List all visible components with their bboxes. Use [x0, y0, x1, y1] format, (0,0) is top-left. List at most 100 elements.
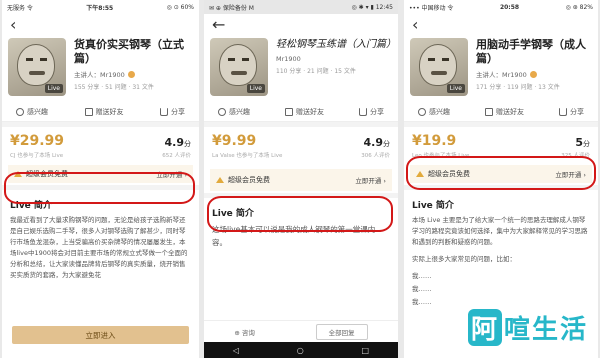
- gift-button[interactable]: 赠送好友: [285, 107, 324, 117]
- vip-open-link[interactable]: 立即开通 ›: [555, 169, 586, 179]
- gift-button[interactable]: 赠送好友: [84, 107, 124, 117]
- home-circle-icon[interactable]: ○: [297, 346, 304, 355]
- cartoon-face-icon: [219, 44, 257, 86]
- watermark-logo: 阿 喧生活: [467, 309, 588, 346]
- interested-label: 感兴趣: [229, 107, 250, 116]
- course-title: 用脑动手学钢琴（成人篇）: [476, 38, 586, 65]
- course-info: 轻松钢琴玉练谱（入门篇） Mr1900 110 分享 · 21 问题 · 15 …: [268, 38, 396, 102]
- back-arrow-icon[interactable]: ‹: [412, 17, 418, 33]
- gift-label: 赠送好友: [95, 107, 124, 116]
- speaker-name: 主讲人：Mr1900: [74, 71, 125, 79]
- course-cover-image: Live: [410, 38, 468, 96]
- user-icon: [418, 107, 426, 116]
- gift-icon: [84, 107, 93, 116]
- intro-heading: Live 简介: [412, 201, 454, 211]
- course-header: Live 货真价实买钢琴（立式篇） 主讲人：Mr1900 155 分享 · 51…: [2, 36, 199, 102]
- intro-paragraph: 我最近看到了大量求购钢琴的问题，无论是给孩子选购新琴还是自己娱乐选购二手琴，很多…: [10, 216, 188, 279]
- enter-button[interactable]: 立即进入: [12, 326, 189, 344]
- review-count: 325 人评价: [561, 153, 590, 159]
- course-info: 货真价实买钢琴（立式篇） 主讲人：Mr1900 155 分享 · 51 问题 ·…: [66, 38, 193, 102]
- speaker-line[interactable]: 主讲人：Mr1900: [476, 69, 592, 79]
- intro-heading: Live 简介: [212, 209, 254, 219]
- interested-label: 感兴趣: [429, 107, 450, 116]
- rating-value: 4.9: [164, 136, 185, 149]
- interested-button[interactable]: 感兴趣: [218, 107, 250, 117]
- vip-left: 超级会员免费: [416, 169, 470, 179]
- bottom-action-bar: ⊕ 咨询 全部回复: [204, 320, 398, 342]
- course-info: 用脑动手学钢琴（成人篇） 主讲人：Mr1900 171 分享 · 119 问题 …: [468, 38, 592, 102]
- status-time: 20:58: [499, 3, 520, 11]
- phone-screen-1: 无服务 令 下午8:55 ◎ ⊙ 60% ‹ Live 货真价实买钢琴（立式篇）…: [2, 0, 199, 358]
- rating: 5分: [575, 136, 590, 149]
- all-replies-button[interactable]: 全部回复: [315, 323, 368, 340]
- rating-value: 4.9: [363, 136, 384, 149]
- price: ¥29.99: [10, 133, 65, 149]
- intro-paragraph: 实际上很多大家常见的问题，比如：: [412, 255, 516, 263]
- status-right: ◎ ⊙ 60%: [166, 3, 194, 11]
- course-stats: 155 分享 · 51 问题 · 31 文件: [74, 84, 154, 91]
- rating-unit: 分: [583, 140, 590, 148]
- status-bar: ••• 中国移动 令 20:58 ◎ ⊛ 82%: [404, 0, 598, 14]
- rating-unit: 分: [383, 140, 390, 148]
- share-label: 分享: [370, 107, 384, 116]
- back-triangle-icon[interactable]: ◁: [233, 346, 239, 355]
- share-button[interactable]: 分享: [359, 107, 384, 117]
- price-row: ¥9.99 4.9分: [204, 127, 398, 149]
- gift-icon: [485, 107, 493, 116]
- review-count: 306 人评价: [361, 153, 390, 159]
- crown-icon: [216, 177, 224, 183]
- interested-button[interactable]: 感兴趣: [16, 107, 48, 117]
- vip-open-link[interactable]: 立即开通 ›: [156, 169, 187, 179]
- share-button[interactable]: 分享: [559, 107, 584, 117]
- intro-paragraph: 我……: [412, 285, 432, 293]
- participant-note: Leo 也参与了本场 Live: [412, 153, 470, 159]
- status-left: ✉ ⊕ 保险备份 M: [209, 4, 254, 12]
- vip-free-row[interactable]: 超级会员免费 立即开通 ›: [410, 165, 592, 183]
- price: ¥9.99: [212, 133, 257, 149]
- status-right: ◎ ✱ ▾ ▮ 12:45: [351, 3, 394, 11]
- vip-label: 超级会员免费: [228, 176, 270, 184]
- speaker-line[interactable]: 主讲人：Mr1900: [74, 69, 193, 79]
- rating: 4.9分: [165, 136, 192, 149]
- vip-free-row[interactable]: 超级会员免费 立即开通 ›: [210, 169, 392, 191]
- status-bar: 无服务 令 下午8:55 ◎ ⊙ 60%: [2, 0, 199, 14]
- status-right: ◎ ⊛ 82%: [565, 3, 593, 11]
- vip-free-row[interactable]: 超级会员免费 立即开通 ›: [8, 165, 193, 183]
- live-badge: Live: [44, 84, 63, 93]
- price-sub-row: La Valse 也参与了本场 Live 306 人评价: [204, 149, 398, 163]
- rating: 4.9分: [364, 136, 391, 149]
- status-time: 下午8:55: [86, 4, 114, 12]
- consult-button[interactable]: ⊕ 咨询: [234, 327, 255, 337]
- intro-paragraph: 本场 Live 主要是为了给大家一个统一的思路去理解成人钢琴学习的路程究竟该如何…: [412, 216, 588, 246]
- rating-unit: 分: [184, 140, 191, 148]
- status-left: 无服务 令: [7, 4, 33, 12]
- back-arrow-icon[interactable]: ‹: [10, 17, 16, 33]
- enter-label: 立即进入: [85, 330, 116, 340]
- screenshot-collage: 无服务 令 下午8:55 ◎ ⊙ 60% ‹ Live 货真价实买钢琴（立式篇）…: [0, 0, 600, 358]
- recent-square-icon[interactable]: □: [362, 346, 370, 355]
- price-row: ¥29.99 4.9分: [2, 127, 199, 149]
- course-title: 轻松钢琴玉练谱（入门篇）: [276, 39, 396, 50]
- watermark-right: 喧生活: [503, 315, 588, 345]
- intro-text: 这场live基本可以说是我的成人钢琴的第一堂课内容。: [204, 223, 398, 249]
- vip-open-link[interactable]: 立即开通 ›: [355, 175, 386, 185]
- vip-label: 超级会员免费: [428, 170, 470, 178]
- intro-text: 我最近看到了大量求购钢琴的问题，无论是给孩子选购新琴还是自己娱乐选购二手琴，很多…: [2, 215, 199, 281]
- gift-icon: [285, 107, 293, 116]
- nav-bar: ‹: [404, 14, 598, 36]
- gift-button[interactable]: 赠送好友: [485, 107, 524, 117]
- gift-label: 赠送好友: [296, 107, 324, 116]
- back-arrow-icon[interactable]: ←: [212, 17, 225, 33]
- vip-left: 超级会员免费: [216, 175, 270, 185]
- share-button[interactable]: 分享: [160, 107, 185, 117]
- course-title: 货真价实买钢琴（立式篇）: [74, 38, 184, 65]
- interested-button[interactable]: 感兴趣: [418, 107, 450, 117]
- course-stats: 171 分享 · 119 问题 · 13 文件: [476, 84, 560, 91]
- phone-screen-3: ••• 中国移动 令 20:58 ◎ ⊛ 82% ‹ Live 用脑动手学钢琴（…: [404, 0, 598, 358]
- vip-left: 超级会员免费: [14, 169, 68, 179]
- crown-icon: [416, 171, 424, 177]
- action-bar: 感兴趣 赠送好友 分享: [2, 102, 199, 122]
- speaker-line[interactable]: Mr1900: [276, 55, 392, 63]
- live-badge: Live: [446, 84, 465, 93]
- review-count: 652 人评价: [162, 153, 191, 159]
